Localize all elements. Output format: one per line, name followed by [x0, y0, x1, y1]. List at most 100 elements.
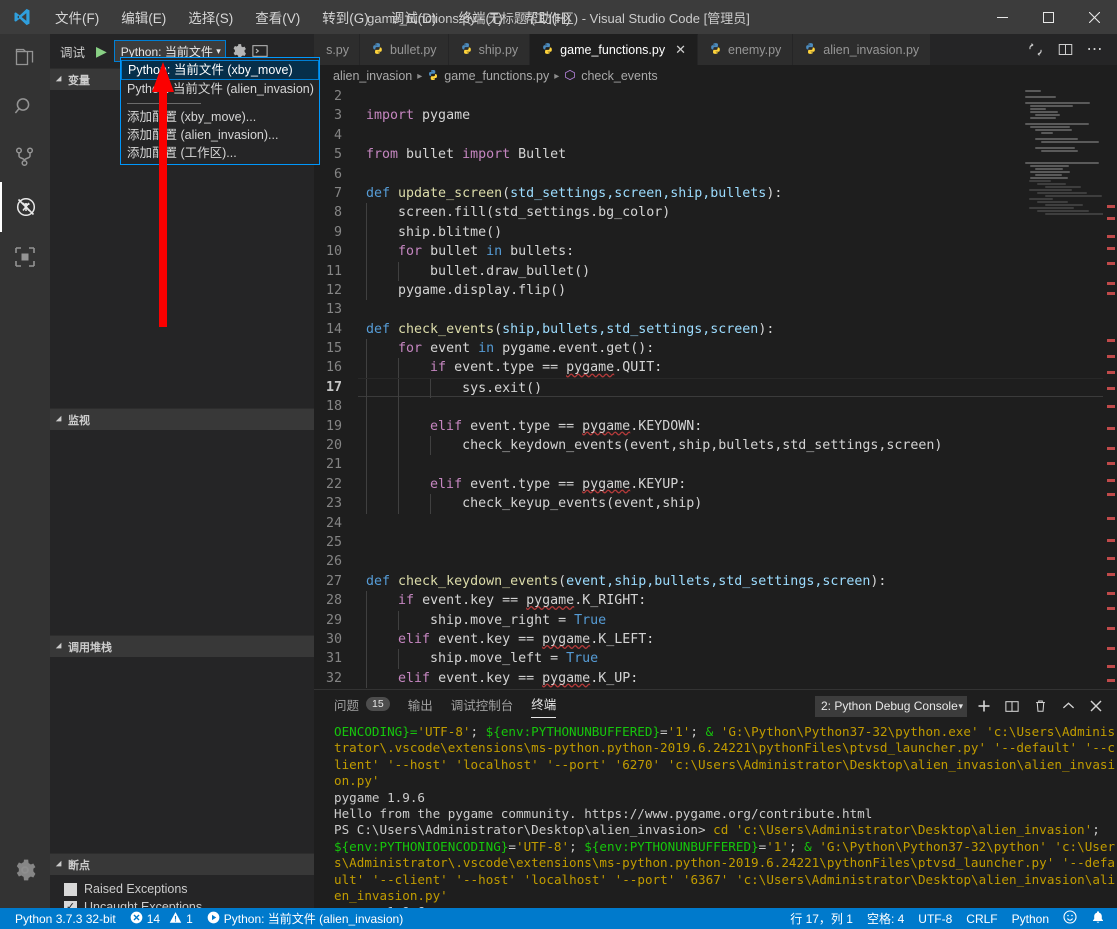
code-text[interactable]: if event.key == pygame.K_RIGHT:: [358, 591, 1117, 611]
code-line[interactable]: 14 def check_events(ship,bullets,std_sett…: [314, 320, 1117, 339]
code-line[interactable]: 6: [314, 165, 1117, 184]
code-text[interactable]: bullet.draw_bullet(): [358, 261, 1117, 281]
code-line[interactable]: 18: [314, 397, 1117, 417]
code-text[interactable]: for event in pygame.event.get():: [358, 339, 1117, 359]
code-text[interactable]: [358, 300, 1117, 319]
code-line[interactable]: 19 elif event.type == pygame.KEYDOWN:: [314, 416, 1117, 437]
checkbox-raised-exceptions[interactable]: [64, 882, 77, 896]
code-line[interactable]: 22 elif event.type == pygame.KEYUP:: [314, 474, 1117, 495]
code-line[interactable]: 8 screen.fill(std_settings.bg_color): [314, 203, 1117, 223]
code-line[interactable]: 25: [314, 533, 1117, 552]
code-text[interactable]: elif event.type == pygame.KEYUP:: [358, 474, 1117, 495]
code-text[interactable]: [358, 552, 1117, 571]
explorer-icon[interactable]: [0, 34, 50, 82]
new-terminal-icon[interactable]: [973, 695, 995, 717]
code-text[interactable]: pygame.display.flip(): [358, 280, 1117, 301]
code-line[interactable]: 20 check_keydown_events(event,ship,bulle…: [314, 436, 1117, 456]
close-icon[interactable]: ✕: [675, 42, 686, 58]
menu-item-debug[interactable]: 调试(D): [380, 3, 448, 31]
menu-item-edit[interactable]: 编辑(E): [110, 3, 177, 31]
code-line[interactable]: 24: [314, 514, 1117, 533]
code-line[interactable]: 28 if event.key == pygame.K_RIGHT:: [314, 591, 1117, 611]
code-text[interactable]: import pygame: [358, 106, 1117, 125]
code-text[interactable]: [358, 514, 1117, 533]
section-header-callstack[interactable]: 调用堆栈: [50, 635, 314, 657]
breadcrumb-part-symbol[interactable]: check_events: [581, 69, 657, 83]
code-text[interactable]: [358, 455, 1117, 475]
code-text[interactable]: from bullet import Bullet: [358, 145, 1117, 164]
breadcrumb-part-file[interactable]: game_functions.py: [444, 69, 549, 83]
code-text[interactable]: def check_keydown_events(event,ship,bull…: [358, 572, 1117, 591]
gear-icon[interactable]: [0, 845, 50, 895]
code-line[interactable]: 9 ship.blitme(): [314, 222, 1117, 243]
minimap[interactable]: [1025, 87, 1104, 689]
code-text[interactable]: [358, 87, 1117, 106]
code-text[interactable]: check_keydown_events(event,ship,bullets,…: [358, 436, 1117, 456]
code-text[interactable]: if event.type == pygame.QUIT:: [358, 358, 1117, 378]
status-language-mode[interactable]: Python: [1005, 908, 1056, 929]
code-text[interactable]: def update_screen(std_settings,screen,sh…: [358, 184, 1117, 203]
dropdown-item-xby-move[interactable]: Python: 当前文件 (xby_move): [121, 60, 319, 80]
tab-game-functions-py[interactable]: game_functions.py ✕: [530, 34, 699, 65]
close-panel-icon[interactable]: [1085, 695, 1107, 717]
code-line[interactable]: 5 from bullet import Bullet: [314, 145, 1117, 164]
extensions-icon[interactable]: [0, 232, 50, 282]
debug-configuration-dropdown[interactable]: Python: 当前文件 (xby_move) Python: 当前文件 (al…: [120, 57, 320, 165]
code-text[interactable]: def check_events(ship,bullets,std_settin…: [358, 320, 1117, 339]
open-debug-console-icon[interactable]: [252, 44, 268, 58]
code-lines[interactable]: 2 3 import pygame 4 5 from bullet import Bull…: [314, 87, 1117, 689]
code-line[interactable]: 17 sys.exit(): [314, 377, 1117, 399]
code-line[interactable]: 23 check_keyup_events(event,ship): [314, 494, 1117, 514]
status-cursor-position[interactable]: 行 17，列 1: [783, 908, 860, 929]
code-text[interactable]: elif event.key == pygame.K_UP:: [358, 668, 1117, 689]
menu-item-file[interactable]: 文件(F): [44, 3, 110, 31]
split-terminal-icon[interactable]: [1001, 695, 1023, 717]
code-text[interactable]: elif event.key == pygame.K_LEFT:: [358, 629, 1117, 650]
code-text[interactable]: sys.exit(): [358, 377, 1117, 399]
code-line[interactable]: 4: [314, 126, 1117, 145]
code-line[interactable]: 2: [314, 87, 1117, 106]
menu-item-selection[interactable]: 选择(S): [177, 3, 244, 31]
status-indentation[interactable]: 空格: 4: [860, 908, 911, 929]
code-text[interactable]: ship.move_left = True: [358, 649, 1117, 669]
code-text[interactable]: for bullet in bullets:: [358, 242, 1117, 262]
search-icon[interactable]: [0, 82, 50, 132]
panel-tab-terminal[interactable]: 终端: [531, 694, 557, 718]
panel-tab-debug-console[interactable]: 调试控制台: [451, 695, 514, 718]
code-line[interactable]: 12 pygame.display.flip(): [314, 280, 1117, 301]
code-line[interactable]: 15 for event in pygame.event.get():: [314, 339, 1117, 359]
tab-partial-left[interactable]: s.py: [314, 34, 360, 65]
code-text[interactable]: elif event.type == pygame.KEYDOWN:: [358, 416, 1117, 437]
kill-terminal-icon[interactable]: [1029, 695, 1051, 717]
code-line[interactable]: 13: [314, 300, 1117, 319]
tab-alien-invasion-py[interactable]: alien_invasion.py: [793, 34, 932, 65]
close-button[interactable]: [1071, 0, 1117, 34]
menu-bar[interactable]: 文件(F) 编辑(E) 选择(S) 查看(V) 转到(G) 调试(D) 终端(T…: [44, 3, 582, 31]
status-eol[interactable]: CRLF: [959, 908, 1004, 929]
debug-icon[interactable]: [0, 182, 50, 232]
code-text[interactable]: screen.fill(std_settings.bg_color): [358, 203, 1117, 223]
panel-tab-problems[interactable]: 问题 15: [334, 695, 390, 718]
breadcrumb-part-folder[interactable]: alien_invasion: [333, 69, 412, 83]
breakpoint-row-raised[interactable]: Raised Exceptions: [50, 880, 314, 898]
code-line[interactable]: 26: [314, 552, 1117, 571]
menu-item-help[interactable]: 帮助(H): [514, 3, 582, 31]
status-encoding[interactable]: UTF-8: [911, 908, 959, 929]
code-line[interactable]: 29 ship.move_right = True: [314, 610, 1117, 630]
code-text[interactable]: [358, 397, 1117, 417]
maximize-panel-icon[interactable]: [1057, 695, 1079, 717]
code-text[interactable]: check_keyup_events(event,ship): [358, 494, 1117, 514]
status-notifications[interactable]: [1084, 908, 1117, 929]
code-line[interactable]: 10 for bullet in bullets:: [314, 242, 1117, 262]
panel-tab-output[interactable]: 输出: [408, 695, 433, 718]
menu-item-view[interactable]: 查看(V): [244, 3, 311, 31]
code-text[interactable]: [358, 165, 1117, 184]
maximize-button[interactable]: [1025, 0, 1071, 34]
dropdown-item-add-config-workspace[interactable]: 添加配置 (工作区)...: [121, 144, 319, 162]
menu-item-terminal[interactable]: 终端(T): [448, 3, 514, 31]
code-line[interactable]: 31 ship.move_left = True: [314, 649, 1117, 669]
code-text[interactable]: ship.blitme(): [358, 222, 1117, 243]
code-line[interactable]: 7 def update_screen(std_settings,screen,s…: [314, 184, 1117, 203]
source-control-icon[interactable]: [0, 132, 50, 182]
start-debugging-button[interactable]: ▶: [94, 43, 109, 60]
